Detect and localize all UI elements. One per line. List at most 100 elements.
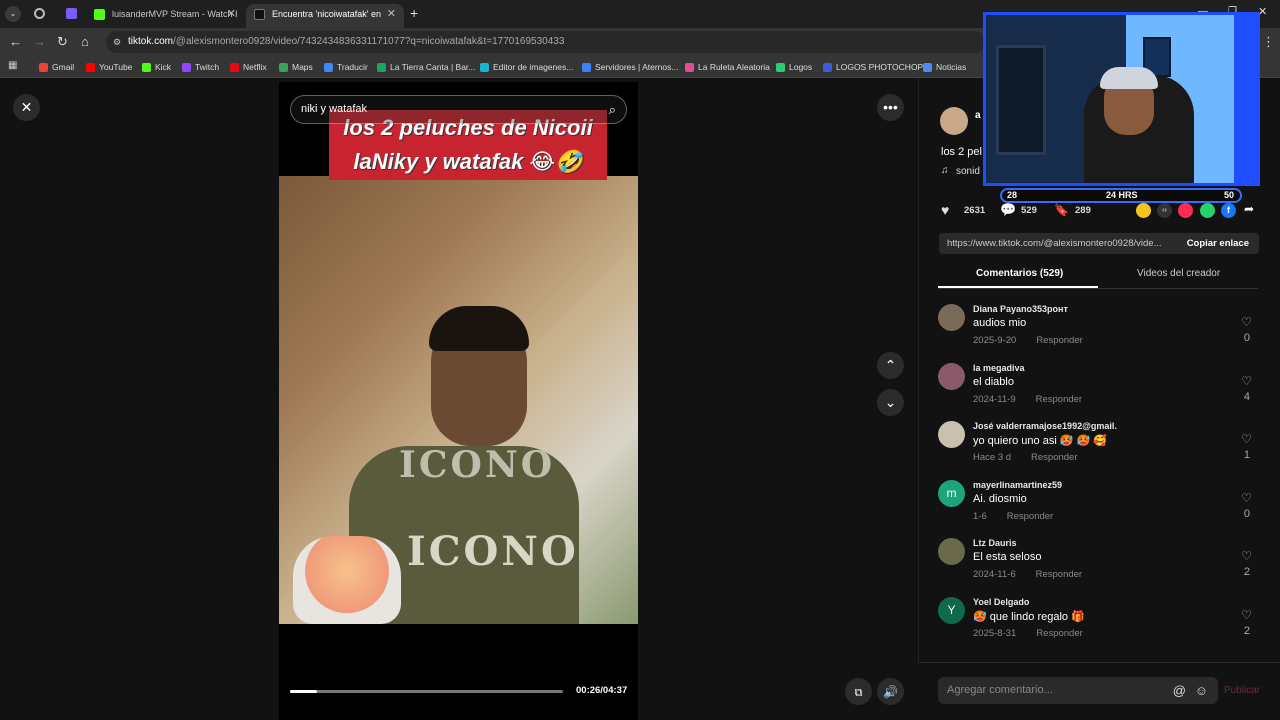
comment-like-count: 4 (1243, 390, 1250, 403)
home-icon[interactable]: ⌂ (81, 34, 89, 50)
commenter-avatar[interactable] (938, 362, 965, 390)
commenter-name[interactable]: José valderramajose1992@gmail. (973, 421, 1117, 431)
comment-date: 2025-8-31 (973, 628, 1017, 639)
mention-icon[interactable]: @ (1173, 677, 1186, 704)
reply-button[interactable]: Responder (1036, 628, 1082, 639)
sound-name[interactable]: sonid (956, 166, 980, 177)
embed-code-icon[interactable]: ‹› (1157, 203, 1172, 218)
video-progress-bar[interactable] (290, 690, 563, 693)
comment-meta: Hace 3 d Responder (973, 452, 1078, 463)
tab-tiktok[interactable]: Encuentra 'nicoiwatafak' en ✕ (246, 4, 404, 28)
music-note-icon: ♫ (941, 165, 949, 176)
bookmark-netflix[interactable]: Netflix (230, 60, 267, 74)
commenter-avatar[interactable]: Y (938, 597, 965, 624)
forward-arrow-icon[interactable]: → (33, 34, 46, 50)
commenter-name[interactable]: Ltz Dauris (973, 538, 1017, 548)
bookmark-twitch[interactable]: Twitch (182, 60, 219, 74)
link-field[interactable]: https://www.tiktok.com/@alexismontero092… (939, 233, 1259, 254)
bookmark-traducir[interactable]: Traducir (324, 60, 368, 74)
volume-button[interactable]: 🔊 (877, 678, 904, 705)
copy-link-button[interactable]: Copiar enlace (1180, 233, 1249, 254)
bookmark-logos-photochop[interactable]: LOGOS PHOTOCHOP (823, 60, 923, 74)
emoji-icon[interactable]: ☺ (1195, 677, 1208, 704)
menu-dots-icon[interactable]: ⋮ (1262, 34, 1275, 50)
comment-like-heart-icon[interactable]: ♡ (1241, 374, 1252, 388)
bookmark-editor[interactable]: Editor de imagenes... (480, 60, 573, 74)
author-initial: a (975, 110, 981, 121)
search-icon[interactable]: ⌕ (609, 96, 616, 123)
share-arrow-icon[interactable]: ➦ (1244, 202, 1254, 216)
comment-date: 1-6 (973, 510, 987, 522)
tab-list-button[interactable]: ⌄ (5, 6, 21, 22)
chrome-profile-icon[interactable] (34, 8, 45, 19)
tab-kick-stream[interactable]: luisanderMVP Stream - Watch I ✕ (86, 4, 244, 28)
close-video-button[interactable]: ✕ (13, 94, 40, 121)
comment-bubble-icon[interactable]: 💬 (1000, 202, 1016, 218)
commenter-avatar[interactable] (938, 304, 965, 331)
commenter-name[interactable]: Diana Payano353ронт (973, 304, 1068, 314)
editor-icon (480, 63, 489, 72)
extension-icon[interactable] (66, 8, 77, 19)
comment-input[interactable]: Agregar comentario... @ ☺ (938, 677, 1218, 704)
tab-creator-videos[interactable]: Videos del creador (1137, 268, 1220, 279)
reply-button[interactable]: Responder (1007, 511, 1053, 522)
ruleta-icon (685, 63, 694, 72)
like-heart-icon[interactable]: ♥ (941, 202, 949, 218)
more-options-button[interactable]: ••• (877, 94, 904, 121)
bookmark-kick[interactable]: Kick (142, 60, 171, 74)
bookmark-la-tierra-canta[interactable]: La Tierra Canta | Bar... (377, 60, 475, 74)
back-arrow-icon[interactable]: ← (9, 34, 22, 50)
logos-icon (776, 63, 785, 72)
comment-text: El esta seloso (973, 551, 1042, 564)
close-tab-icon[interactable]: ✕ (227, 4, 236, 24)
bookmark-logos[interactable]: Logos (776, 60, 812, 74)
commenter-name[interactable]: Yoel Delgado (973, 597, 1029, 607)
comment-like-heart-icon[interactable]: ♡ (1241, 549, 1252, 563)
volume-icon: 🔊 (883, 685, 898, 699)
author-avatar[interactable] (940, 107, 968, 135)
comment-like-count: 2 (1243, 566, 1250, 579)
search-input[interactable]: niki y watafak ⌕ (290, 95, 627, 124)
bookmark-icon[interactable]: 🔖 (1054, 203, 1069, 217)
reply-button[interactable]: Responder (1036, 335, 1082, 346)
share-send-icon[interactable] (1178, 203, 1193, 218)
comment-like-heart-icon[interactable]: ♡ (1241, 608, 1252, 622)
comment-like-heart-icon[interactable]: ♡ (1241, 432, 1252, 446)
bookmark-maps[interactable]: Maps (279, 60, 313, 74)
close-icon: ✕ (20, 99, 33, 115)
comment-like-heart-icon[interactable]: ♡ (1241, 315, 1252, 329)
reply-button[interactable]: Responder (1036, 394, 1082, 405)
bookmark-ruleta[interactable]: La Ruleta Aleatoria (685, 60, 770, 74)
comment-like-heart-icon[interactable]: ♡ (1241, 491, 1252, 505)
bookmark-youtube[interactable]: YouTube (86, 60, 132, 74)
next-video-button[interactable]: ⌄ (877, 389, 904, 416)
address-bar[interactable]: ⚙ tiktok.com/@alexismontero0928/video/74… (106, 31, 986, 53)
reply-button[interactable]: Responder (1031, 452, 1077, 463)
commenter-avatar[interactable] (938, 538, 965, 566)
video-player[interactable]: ICONO ICONO los 2 peluches de Nicoii laN… (279, 82, 638, 720)
bookmark-gmail[interactable]: Gmail (39, 60, 74, 74)
bookmark-aternos[interactable]: Servidores | Aternos... (582, 60, 678, 74)
commenter-avatar[interactable]: m (938, 479, 965, 507)
bookmark-noticias[interactable]: Noticias (923, 60, 966, 74)
new-tab-button[interactable]: + (410, 5, 418, 21)
reload-icon[interactable]: ↻ (57, 34, 68, 50)
previous-video-button[interactable]: ⌃ (877, 352, 904, 379)
video-link: https://www.tiktok.com/@alexismontero092… (947, 238, 1162, 249)
close-tab-icon[interactable]: ✕ (387, 4, 396, 24)
whatsapp-icon[interactable] (1200, 203, 1215, 218)
reply-button[interactable]: Responder (1036, 569, 1082, 580)
stream-goal-bar: 28 24 HRS 50 (1000, 188, 1242, 203)
floating-player-button[interactable]: ⧉ (845, 678, 872, 705)
emoji-share-icon[interactable] (1136, 203, 1151, 218)
commenter-name[interactable]: la megadiva (973, 363, 1025, 373)
commenter-avatar[interactable] (938, 421, 965, 449)
apps-grid-icon[interactable]: ▦ (8, 60, 17, 71)
facebook-icon[interactable]: f (1221, 203, 1236, 218)
commenter-name[interactable]: mayerlinamartinez59 (973, 480, 1062, 490)
video-progress-fill (290, 690, 318, 693)
publish-button[interactable]: Publicar (1224, 685, 1260, 696)
site-info-icon[interactable]: ⚙ (113, 31, 121, 53)
maps-icon (279, 63, 288, 72)
tab-comments[interactable]: Comentarios (529) (976, 268, 1063, 279)
